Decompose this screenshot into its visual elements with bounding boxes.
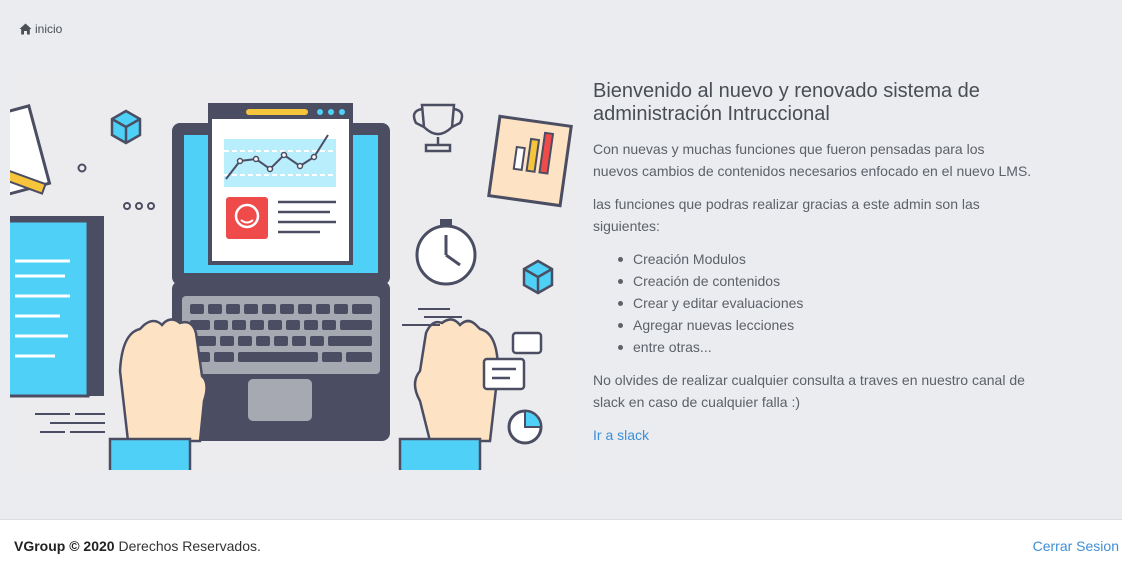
bar-chart-card xyxy=(487,114,573,208)
cube-icon xyxy=(110,109,142,145)
footer-rights: Derechos Reservados. xyxy=(118,538,261,554)
laptop-illustration xyxy=(10,71,578,470)
list-item: entre otras... xyxy=(615,336,1033,358)
support-note: No olvides de realizar cualquier consult… xyxy=(593,372,1025,410)
home-icon xyxy=(19,23,32,35)
list-item: Agregar nuevas lecciones xyxy=(615,314,1033,336)
logout-link[interactable]: Cerrar Sesion xyxy=(1033,538,1119,554)
breadcrumb-home-link[interactable]: inicio xyxy=(35,22,62,36)
pie-chart-icon xyxy=(507,409,543,445)
slack-link[interactable]: Ir a slack xyxy=(593,427,649,443)
copyright: VGroup © 2020 Derechos Reservados. xyxy=(14,538,261,554)
functions-intro-text: las funciones que podras realizar gracia… xyxy=(593,196,980,234)
footer-brand: VGroup © 2020 xyxy=(14,538,115,554)
list-item: Crear y editar evaluaciones xyxy=(615,292,1033,314)
functions-list: Creación Modulos Creación de contenidos … xyxy=(593,248,1033,358)
welcome-panel: Bienvenido al nuevo y renovado sistema d… xyxy=(593,80,1033,446)
hero-illustration xyxy=(10,71,578,470)
intro-text: Con nuevas y muchas funciones que fueron… xyxy=(593,141,1032,179)
page-title: Bienvenido al nuevo y renovado sistema d… xyxy=(593,80,980,125)
list-item: Creación Modulos xyxy=(615,248,1033,270)
list-item: Creación de contenidos xyxy=(615,270,1033,292)
breadcrumb: inicio xyxy=(19,22,62,36)
browser-window xyxy=(208,103,353,265)
footer: VGroup © 2020 Derechos Reservados. Cerra… xyxy=(0,519,1122,572)
cube-icon xyxy=(522,259,554,295)
